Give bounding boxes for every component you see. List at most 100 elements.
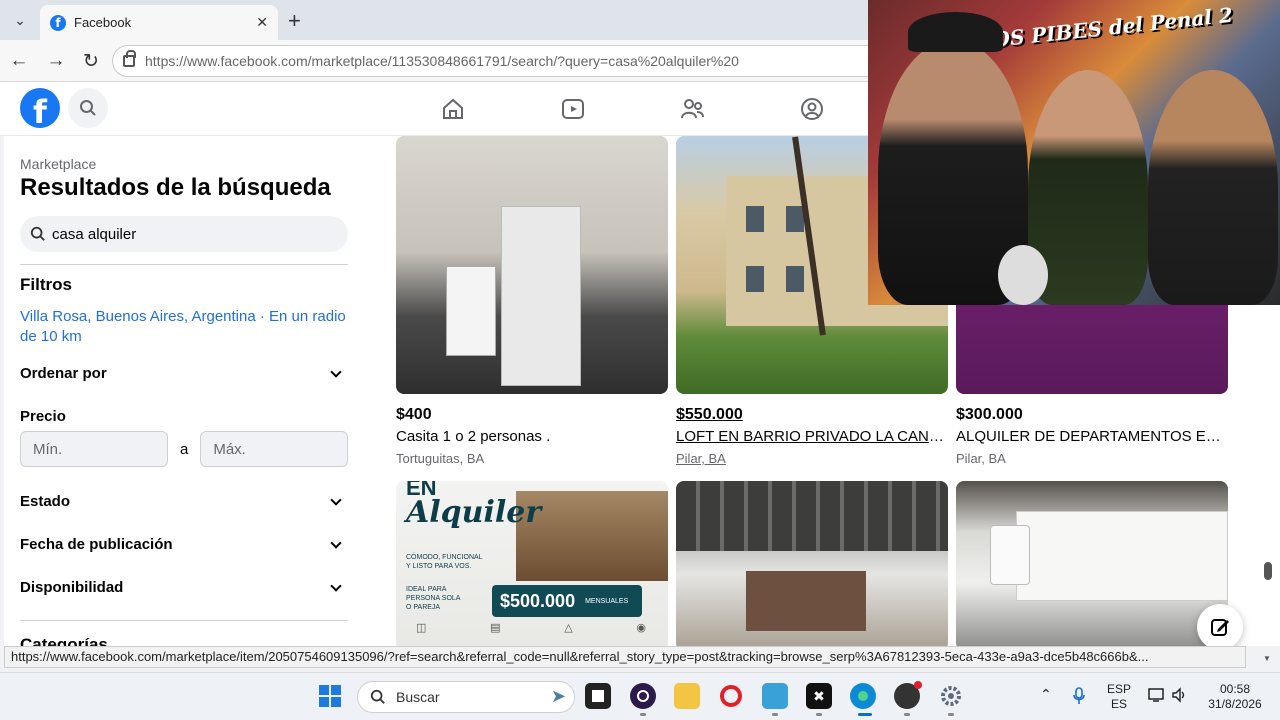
microphone-icon[interactable]: [1073, 687, 1085, 709]
tab-title: Facebook: [74, 15, 132, 30]
clock-time: 00:58: [1219, 682, 1251, 696]
task-view-icon[interactable]: [585, 683, 611, 709]
running-indicator: [816, 713, 822, 716]
back-icon[interactable]: ←: [6, 48, 32, 74]
fridge-shape: [501, 206, 581, 386]
listing-card[interactable]: $400 Casita 1 o 2 personas . Tortuguitas…: [396, 136, 668, 466]
date-listed-dropdown[interactable]: Fecha de publicación: [20, 536, 348, 553]
taskbar-search[interactable]: Buscar ➤: [357, 681, 575, 713]
language-line1: ESP: [1106, 682, 1131, 696]
scrollbar-thumb[interactable]: [1264, 562, 1272, 580]
marketplace-search-box[interactable]: [20, 216, 348, 252]
search-icon[interactable]: [68, 88, 108, 128]
close-tab-icon[interactable]: ✕: [256, 14, 268, 31]
app-icon-red-dot[interactable]: [894, 681, 922, 709]
listing-location: Tortuguitas, BA: [396, 451, 485, 466]
chevron-down-icon: [330, 365, 342, 378]
chevron-down-icon: [330, 579, 342, 592]
windows-taskbar: Buscar ➤ ✖ ⌃ ESP ES 00:58 31/8/2026: [0, 672, 1280, 720]
water-heater-shape: [990, 525, 1030, 585]
listing-price: $300.000: [956, 406, 1023, 423]
new-message-button[interactable]: [1197, 604, 1243, 650]
ad-small-text: CÓMODO, FUNCIONAL Y LISTO PARA VOS.: [406, 554, 483, 570]
ad-ideal-text: IDEAL PARA PERSONA SOLA O PAREJA: [406, 586, 461, 611]
clock[interactable]: 00:58 31/8/2026: [1200, 682, 1270, 712]
show-hidden-icons-chevron-icon[interactable]: ⌃: [1040, 687, 1052, 702]
tab-list-chevron-icon[interactable]: ⌄: [6, 6, 34, 34]
location-filter-link[interactable]: Villa Rosa, Buenos Aires, Argentina · En…: [20, 307, 348, 347]
taskbar-search-placeholder: Buscar: [396, 689, 440, 705]
ad-price-sub: MENSUALES: [585, 597, 629, 605]
listing-card[interactable]: [956, 481, 1228, 646]
browser-tab[interactable]: f Facebook ✕: [40, 5, 278, 40]
listing-card[interactable]: EN Alquiler CÓMODO, FUNCIONAL Y LISTO PA…: [396, 481, 668, 646]
bath-icon: △: [564, 622, 573, 634]
groups-icon[interactable]: [677, 94, 707, 124]
listing-title: LOFT EN BARRIO PRIVADO LA CANDELARIA: [676, 428, 948, 445]
network-icon[interactable]: [1148, 687, 1166, 707]
price-min-input[interactable]: [20, 431, 168, 467]
breadcrumb[interactable]: Marketplace: [20, 156, 348, 172]
shark-icon: ➤: [550, 686, 566, 706]
price-to-label: a: [180, 440, 189, 458]
link-status-bar: https://www.facebook.com/marketplace/ite…: [4, 646, 1246, 668]
price-max-input[interactable]: [200, 431, 349, 467]
location-pin-icon: ◉: [636, 622, 646, 634]
listing-card[interactable]: [676, 481, 948, 646]
price-range: a: [20, 431, 349, 467]
condition-label: Estado: [20, 493, 71, 510]
availability-dropdown[interactable]: Disponibilidad: [20, 579, 348, 596]
ad-feature-icons: ◫ ▤ △ ◉: [416, 621, 646, 634]
awning-shape: [676, 481, 948, 551]
cap-shape: [908, 12, 1003, 52]
person-right: [1148, 70, 1278, 305]
settings-gear-icon[interactable]: [938, 683, 964, 709]
search-icon: [30, 226, 45, 241]
windows-start-icon[interactable]: [317, 683, 343, 709]
categories-heading: Categorías: [20, 635, 108, 646]
listing-photo[interactable]: [676, 481, 948, 646]
search-input[interactable]: [52, 225, 332, 243]
divider: [20, 620, 348, 621]
home-icon[interactable]: [438, 94, 468, 124]
forward-icon[interactable]: →: [43, 48, 69, 74]
language-indicator[interactable]: ESP ES: [1104, 682, 1134, 712]
filters-heading: Filtros: [20, 275, 72, 294]
reload-icon[interactable]: ↻: [78, 48, 104, 74]
listing-photo[interactable]: [396, 136, 668, 394]
curtain-shape: [746, 571, 866, 631]
page-scrollbar[interactable]: [1262, 136, 1272, 666]
running-indicator: [904, 713, 910, 716]
car-icon: ◫: [416, 622, 427, 634]
file-explorer-icon[interactable]: [674, 683, 700, 709]
lock-icon: [123, 50, 136, 67]
gaming-icon[interactable]: [797, 94, 827, 124]
capcut-icon[interactable]: ✖: [806, 683, 832, 709]
sort-dropdown[interactable]: Ordenar por: [20, 365, 348, 382]
address-bar[interactable]: https://www.facebook.com/marketplace/113…: [112, 45, 892, 77]
photos-icon[interactable]: [762, 683, 788, 709]
listing-photo[interactable]: EN Alquiler CÓMODO, FUNCIONAL Y LISTO PA…: [396, 481, 668, 646]
new-tab-icon[interactable]: +: [288, 8, 301, 34]
listing-location: Pilar, BA: [956, 451, 1006, 466]
obs-icon[interactable]: [630, 683, 656, 709]
condition-dropdown[interactable]: Estado: [20, 493, 348, 510]
mate-cup-shape: [998, 245, 1048, 305]
listing-photo[interactable]: [956, 481, 1228, 646]
listing-price: $550.000: [676, 406, 743, 423]
listing-title: ALQUILER DE DEPARTAMENTOS EN VILLA ROSA: [956, 428, 1228, 445]
watch-icon[interactable]: [558, 94, 588, 124]
scroll-down-arrow-icon[interactable]: ▼: [1263, 654, 1271, 663]
edge-icon[interactable]: [850, 683, 876, 709]
running-indicator: [640, 713, 646, 716]
availability-label: Disponibilidad: [20, 579, 124, 596]
opera-icon[interactable]: [718, 683, 744, 709]
volume-icon[interactable]: [1171, 687, 1187, 707]
cabinet-shape: [1016, 511, 1228, 601]
bed-icon: ▤: [490, 622, 501, 634]
facebook-logo-icon[interactable]: f: [20, 88, 60, 128]
facebook-favicon-icon: f: [50, 14, 66, 31]
clock-date: 31/8/2026: [1208, 697, 1262, 711]
listing-title: Casita 1 o 2 personas .: [396, 428, 551, 445]
search-icon: [370, 689, 385, 704]
